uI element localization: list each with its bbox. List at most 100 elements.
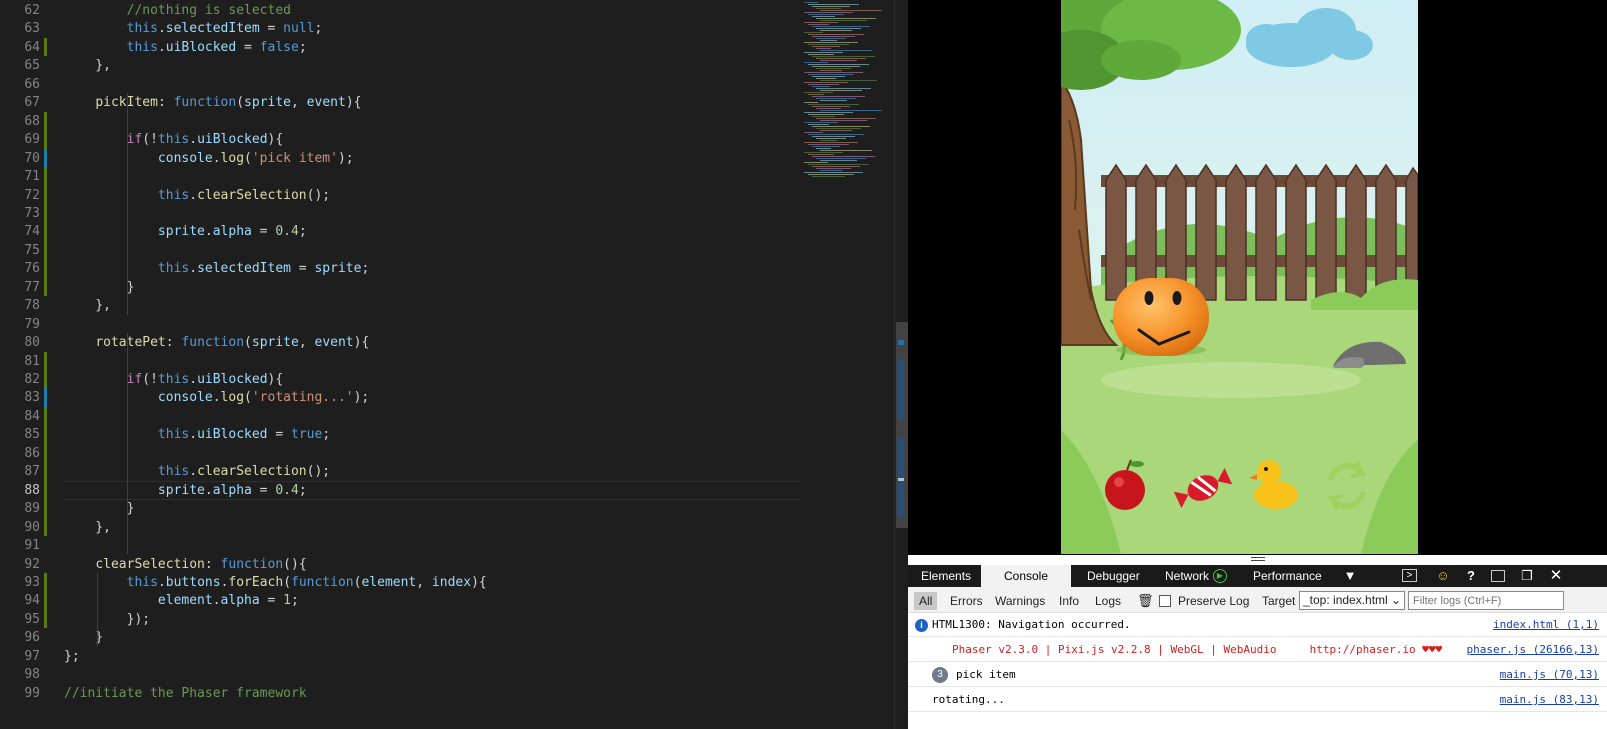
log-source-link[interactable]: main.js (70,13): [1500, 668, 1599, 681]
undock-icon[interactable]: ❐: [1519, 568, 1535, 584]
line-number: 90: [24, 519, 40, 535]
line-number: 78: [24, 298, 40, 314]
clear-console-icon[interactable]: 🗑: [1132, 592, 1159, 610]
tab-elements[interactable]: Elements: [913, 565, 979, 587]
code-line[interactable]: };: [64, 647, 80, 666]
log-source-link[interactable]: phaser.js (26166,13): [1467, 643, 1599, 656]
tab-network[interactable]: Network: [1157, 565, 1217, 587]
console-prompt-icon[interactable]: >: [1402, 569, 1417, 582]
filter-logs[interactable]: Logs: [1090, 592, 1126, 610]
line-number: 76: [24, 261, 40, 277]
code-line[interactable]: element.alpha = 1;: [64, 591, 299, 610]
pet-blob[interactable]: [1113, 278, 1209, 356]
minimap-line: [820, 40, 837, 41]
code-line[interactable]: },: [64, 296, 111, 315]
log-source-link[interactable]: main.js (83,13): [1500, 693, 1599, 706]
minimap-line: [804, 102, 818, 103]
code-token: };: [64, 648, 80, 664]
code-line[interactable]: clearSelection: function(){: [64, 555, 306, 574]
change-marker: [44, 148, 47, 168]
code-line[interactable]: pickItem: function(sprite, event){: [64, 93, 361, 112]
code-token: this: [126, 21, 158, 37]
minimap-line: [820, 30, 852, 31]
change-marker: [44, 111, 47, 297]
minimap-line: [808, 14, 844, 15]
console-log-row[interactable]: Phaser v2.3.0 | Pixi.js v2.2.8 | WebGL |…: [908, 638, 1607, 662]
tab-debugger[interactable]: Debugger: [1079, 565, 1148, 587]
console-log-row[interactable]: 3 pick item main.js (70,13): [908, 663, 1607, 687]
console-log-row[interactable]: rotating... main.js (83,13): [908, 688, 1607, 712]
code-line[interactable]: },: [64, 518, 111, 537]
log-source-link[interactable]: index.html (1,1): [1493, 618, 1599, 631]
devtools-tab-bar: Elements Console Debugger Network ▶ Perf…: [908, 565, 1607, 587]
filter-info[interactable]: Info: [1054, 592, 1084, 610]
target-label: Target: [1262, 594, 1296, 608]
help-icon[interactable]: ?: [1463, 568, 1479, 584]
filter-all[interactable]: All: [914, 592, 938, 610]
game-canvas[interactable]: [1061, 0, 1418, 554]
code-line[interactable]: //nothing is selected: [64, 1, 291, 20]
code-token: this: [157, 261, 190, 277]
code-token: .: [157, 21, 166, 37]
code-line[interactable]: this.clearSelection();: [64, 462, 330, 481]
tab-console[interactable]: Console: [981, 565, 1071, 587]
code-token: uiBlocked: [197, 132, 268, 148]
code-editor[interactable]: 62 63 64 65 66 67 68 69 70 71 72 73 74 75 76 77 78 79 80 81…: [0, 0, 908, 729]
code-token: ){: [267, 372, 284, 387]
code-line[interactable]: this.selectedItem = sprite;: [64, 259, 369, 278]
code-line[interactable]: },: [64, 56, 111, 75]
minimap[interactable]: [800, 0, 894, 200]
indent-guide: [127, 333, 128, 555]
code-token: }: [64, 501, 135, 517]
code-line[interactable]: sprite.alpha = 0.4;: [64, 222, 307, 241]
code-line[interactable]: this.selectedItem = null;: [64, 19, 323, 38]
code-token: this: [126, 39, 158, 55]
code-line[interactable]: this.uiBlocked = false;: [64, 38, 307, 57]
code-line[interactable]: if(!this.uiBlocked){: [64, 370, 284, 389]
code-token: if: [126, 132, 143, 148]
code-line[interactable]: }: [64, 278, 135, 297]
code-token: null: [283, 21, 315, 37]
panel-resize-handle[interactable]: [908, 555, 1607, 565]
target-select[interactable]: _top: index.html ⌄: [1299, 591, 1405, 610]
filter-logs-input[interactable]: [1408, 591, 1564, 610]
minimap-line: [820, 140, 837, 141]
code-line[interactable]: this.buttons.forEach(function(element, i…: [64, 573, 487, 592]
tab-performance[interactable]: Performance: [1245, 565, 1330, 587]
feedback-smiley-icon[interactable]: ☺: [1435, 568, 1451, 584]
line-number: 66: [24, 76, 40, 92]
code-line[interactable]: //initiate the Phaser framework: [64, 684, 307, 703]
line-number: 69: [24, 132, 40, 148]
code-line[interactable]: console.log('pick item');: [64, 149, 354, 168]
dock-icon[interactable]: [1491, 570, 1505, 582]
minimap-line: [808, 74, 854, 75]
code-line[interactable]: }: [64, 499, 135, 518]
code-line[interactable]: });: [64, 610, 150, 629]
line-number: 80: [24, 335, 40, 351]
code-line[interactable]: this.clearSelection();: [64, 186, 330, 205]
code-area[interactable]: //nothing is selected this.selectedItem …: [64, 0, 804, 729]
code-line[interactable]: sprite.alpha = 0.4;: [64, 481, 307, 500]
code-token: .: [212, 593, 221, 609]
line-number-gutter: 62 63 64 65 66 67 68 69 70 71 72 73 74 75 76 77 78 79 80 81…: [0, 0, 62, 729]
code-line[interactable]: if(!this.uiBlocked){: [64, 130, 284, 149]
code-line[interactable]: rotatePet: function(sprite, event){: [64, 333, 369, 352]
close-icon[interactable]: ✕: [1548, 568, 1564, 584]
console-log-row[interactable]: i HTML1300: Navigation occurred. index.htm…: [908, 613, 1607, 637]
minimap-line: [820, 110, 882, 111]
filter-warnings[interactable]: Warnings: [990, 592, 1050, 610]
console-filter-bar: All Errors Warnings Info Logs 🗑 Preserve…: [908, 587, 1607, 613]
line-number: 65: [24, 58, 40, 74]
code-token: ;: [361, 261, 370, 277]
code-token: =: [259, 593, 284, 609]
code-line[interactable]: this.uiBlocked = true;: [64, 425, 330, 444]
preserve-log-checkbox[interactable]: [1159, 595, 1171, 607]
more-tabs-chevron-icon[interactable]: ▼: [1342, 568, 1358, 584]
line-number: 92: [24, 556, 40, 572]
filter-errors[interactable]: Errors: [945, 592, 988, 610]
code-token: =: [236, 39, 260, 55]
code-line[interactable]: console.log('rotating...');: [64, 388, 369, 407]
